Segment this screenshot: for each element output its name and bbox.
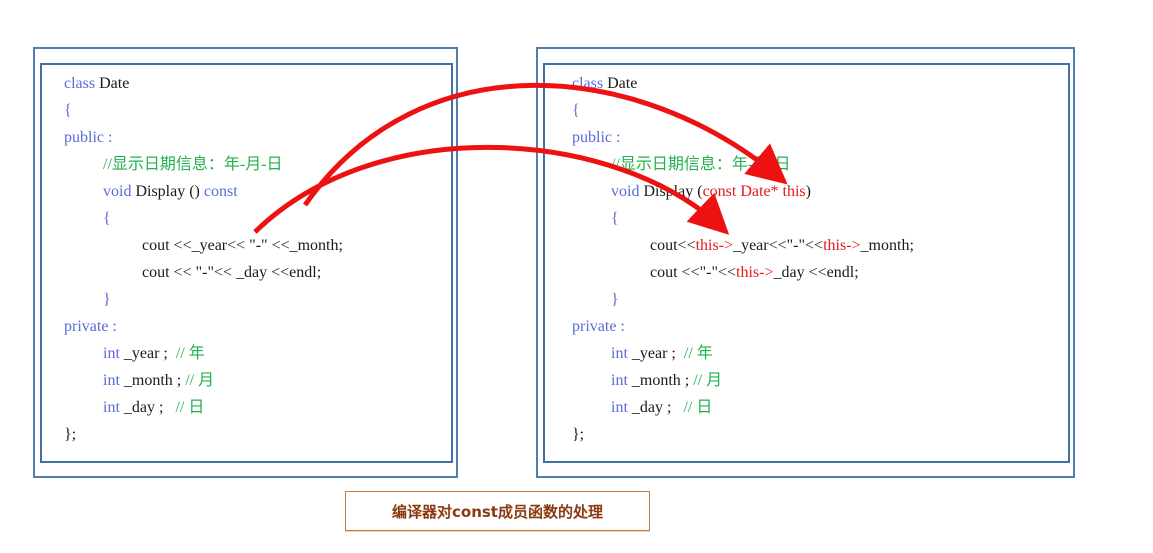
code-line: class Date	[572, 73, 637, 95]
code-line: cout <<_year<< "-" <<_month;	[142, 235, 343, 257]
code-comment: //显示日期信息：年-月-日	[103, 156, 283, 173]
caption-box: 编译器对const成员函数的处理	[345, 491, 650, 531]
code-line: void Display (const Date* this)	[611, 181, 811, 203]
code-line: int _year ; // 年	[103, 343, 205, 365]
code-line: private :	[572, 316, 625, 338]
code-line: //显示日期信息：年-月-日	[103, 154, 283, 176]
code-token: cout << "-"<< _day <<endl;	[142, 264, 322, 281]
code-keyword: const	[203, 183, 238, 200]
code-line: public :	[572, 127, 620, 149]
code-line: cout <<"-"<<this->_day <<endl;	[650, 262, 859, 284]
code-line: //显示日期信息：年-月-日	[611, 154, 791, 176]
code-token: _year ;	[119, 345, 176, 362]
code-line: cout << "-"<< _day <<endl;	[142, 262, 321, 284]
code-token: Date	[603, 75, 638, 92]
code-token: cout<<	[650, 237, 696, 254]
code-keyword: {	[103, 210, 111, 227]
code-keyword: int	[611, 399, 628, 416]
code-line: int _month ; // 月	[611, 370, 722, 392]
highlighted-code-token: const Date* this	[702, 183, 806, 200]
code-line: private :	[64, 316, 117, 338]
code-comment: // 年	[683, 345, 713, 362]
code-line: {	[103, 208, 111, 230]
code-line: {	[611, 208, 619, 230]
code-keyword: private	[64, 318, 109, 335]
code-comment: // 月	[185, 372, 215, 389]
code-token: cout <<"-"<<	[650, 264, 737, 281]
code-keyword: }	[611, 291, 619, 308]
code-token: _day ;	[627, 399, 684, 416]
code-token: _year ;	[627, 345, 684, 362]
code-keyword: int	[611, 345, 628, 362]
code-token: _month ;	[119, 372, 186, 389]
code-comment: // 年	[175, 345, 205, 362]
code-comment: //显示日期信息：年-月-日	[611, 156, 791, 173]
code-keyword: }	[103, 291, 111, 308]
code-keyword: :	[108, 318, 117, 335]
code-keyword: :	[616, 318, 625, 335]
code-line: {	[64, 100, 72, 122]
code-keyword: {	[64, 102, 72, 119]
code-line: cout<<this->_year<<"-"<<this->_month;	[650, 235, 914, 257]
code-keyword: :	[104, 129, 113, 146]
code-comment: // 日	[683, 399, 713, 416]
code-token: Display ()	[131, 183, 204, 200]
code-keyword: void	[103, 183, 132, 200]
code-keyword: int	[611, 372, 628, 389]
code-token: _year<<"-"<<	[733, 237, 824, 254]
code-token: _day <<endl;	[773, 264, 859, 281]
code-token: _day ;	[119, 399, 176, 416]
code-keyword: void	[611, 183, 640, 200]
code-line: };	[572, 424, 584, 446]
code-token: Date	[95, 75, 130, 92]
code-token: };	[64, 426, 77, 443]
code-line: int _day ; // 日	[103, 397, 204, 419]
code-line: {	[572, 100, 580, 122]
code-comment: // 日	[175, 399, 205, 416]
code-keyword: int	[103, 345, 120, 362]
code-keyword: private	[572, 318, 617, 335]
code-keyword: int	[103, 372, 120, 389]
highlighted-code-token: this->	[736, 264, 774, 281]
caption-text: 编译器对const成员函数的处理	[392, 502, 603, 521]
code-token: };	[572, 426, 585, 443]
code-line: }	[103, 289, 111, 311]
code-keyword: public	[572, 129, 612, 146]
code-keyword: class	[572, 75, 604, 92]
code-keyword: public	[64, 129, 104, 146]
code-comment: // 月	[693, 372, 723, 389]
code-keyword: {	[611, 210, 619, 227]
code-keyword: class	[64, 75, 96, 92]
code-line: int _year ; // 年	[611, 343, 713, 365]
code-line: void Display () const	[103, 181, 238, 203]
code-keyword: int	[103, 399, 120, 416]
code-line: class Date	[64, 73, 129, 95]
highlighted-code-token: this->	[695, 237, 734, 254]
code-keyword: :	[612, 129, 621, 146]
highlighted-code-token: this->	[823, 237, 861, 254]
code-line: }	[611, 289, 619, 311]
code-token: _month ;	[627, 372, 694, 389]
code-line: };	[64, 424, 76, 446]
code-keyword: {	[572, 102, 580, 119]
code-line: int _month ; // 月	[103, 370, 214, 392]
code-token: )	[805, 183, 811, 200]
code-line: int _day ; // 日	[611, 397, 712, 419]
code-line: public :	[64, 127, 112, 149]
code-token: cout <<_year<< "-" <<_month;	[142, 237, 343, 254]
code-token: Display (	[639, 183, 703, 200]
code-token: _month;	[860, 237, 914, 254]
